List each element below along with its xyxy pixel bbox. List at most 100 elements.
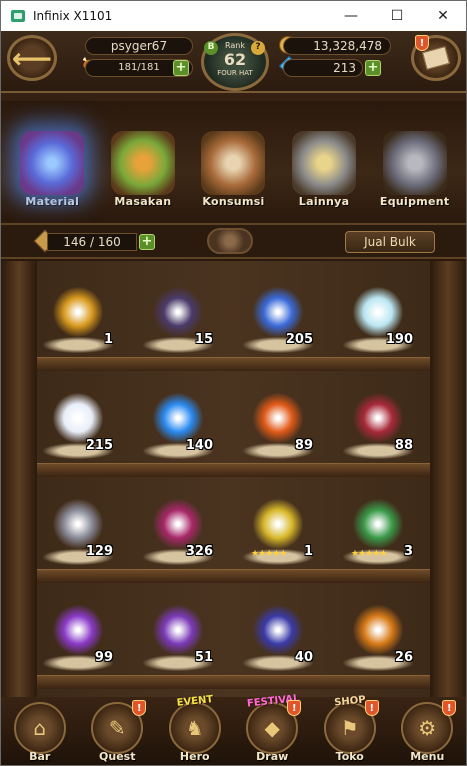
shelf-row: 215 140 89 88: [37, 375, 430, 477]
item-count: 129: [85, 544, 113, 559]
shelf-row: 1 15 205 190: [37, 269, 430, 371]
item-count: 88: [394, 438, 413, 453]
inventory-item[interactable]: 190: [341, 281, 415, 361]
shelf-row: 99 51 40 26: [37, 587, 430, 689]
back-button[interactable]: ⟵: [7, 35, 57, 81]
item-count: 140: [185, 438, 213, 453]
inventory-item[interactable]: ★★★★★ 1: [241, 493, 315, 573]
golden-orb-icon: [53, 287, 103, 337]
nav-draw[interactable]: ◆ FESTIVAL! Draw: [243, 693, 302, 763]
nav-label: Hero: [179, 750, 210, 763]
nav-quest[interactable]: ✎! Quest: [88, 700, 147, 763]
left-pillar: [1, 261, 37, 697]
nav-alert-badge: !: [364, 700, 379, 716]
inventory-item[interactable]: 99: [41, 599, 115, 679]
inventory-item[interactable]: 205: [241, 281, 315, 361]
minimize-button[interactable]: —: [328, 1, 374, 31]
grey-claw-icon: [53, 499, 103, 549]
inventory-item[interactable]: 215: [41, 387, 115, 467]
item-count: 326: [185, 544, 213, 559]
capacity-value: 146 / 160: [47, 233, 137, 251]
item-count: 51: [194, 650, 213, 665]
item-shelves: 1 15 205 190 215 140 89 88 129 326 ★★★★★ 1 ★★★★★ 3 99 5…: [1, 261, 466, 697]
purple-mushroom-icon: [53, 605, 103, 655]
nav-label: Quest: [99, 750, 136, 763]
window-titlebar: Infinix X1101 — ☐ ✕: [1, 1, 466, 31]
add-gems-button[interactable]: +: [365, 60, 381, 76]
nav-hero[interactable]: ♞ EVENT Hero: [166, 694, 224, 763]
nav-bar[interactable]: ⌂ Bar: [11, 702, 69, 763]
inventory-item[interactable]: 51: [141, 599, 215, 679]
inventory-item[interactable]: ★★★★★ 3: [341, 493, 415, 573]
tab-material-label: Material: [25, 195, 80, 208]
fire-rune-icon: [253, 393, 303, 443]
item-count: 99: [94, 650, 113, 665]
item-count: 190: [385, 332, 413, 347]
potion-bottle-icon: [253, 287, 303, 337]
purple-mushroom-icon: [153, 605, 203, 655]
tab-konsumsi[interactable]: Konsumsi: [190, 101, 276, 221]
inventory-item[interactable]: 326: [141, 493, 215, 573]
bar-icon: ⌂: [13, 702, 66, 754]
item-count: 89: [294, 438, 313, 453]
inventory-item[interactable]: 40: [241, 599, 315, 679]
mail-alert-badge: !: [415, 35, 429, 51]
ice-crystal-icon: [353, 287, 403, 337]
inventory-item[interactable]: 88: [341, 387, 415, 467]
inventory-item[interactable]: 89: [241, 387, 315, 467]
crate-icon: [201, 131, 266, 195]
gold-tarot-card-icon: [253, 499, 303, 549]
inventory-item[interactable]: 129: [41, 493, 115, 573]
nav-label: Draw: [256, 750, 289, 763]
bottom-nav: ⌂ Bar ✎! Quest ♞ EVENT Hero ◆ FESTIVAL! Draw ⚑ SHOP…: [1, 693, 466, 765]
inventory-item[interactable]: 26: [341, 599, 415, 679]
rank-title: FOUR HAT: [217, 69, 253, 77]
nav-label: Toko: [335, 750, 364, 763]
nav-menu[interactable]: ⚙! Menu: [398, 700, 457, 763]
item-count: 26: [394, 650, 413, 665]
white-crystal-icon: [53, 393, 103, 443]
tab-masakan[interactable]: Masakan: [100, 101, 186, 221]
inventory-item[interactable]: 1: [41, 281, 115, 361]
nav-label: Menu: [410, 750, 445, 763]
nav-label: Bar: [29, 750, 51, 763]
close-button[interactable]: ✕: [420, 1, 466, 31]
armor-icon: [382, 131, 447, 195]
gem-value: 213: [283, 59, 363, 77]
expand-capacity-button[interactable]: +: [139, 234, 155, 250]
tab-lainnya[interactable]: Lainnya: [281, 101, 367, 221]
inventory-capacity-bar: 146 / 160 + Jual Bulk: [1, 223, 466, 259]
item-rarity-stars: ★★★★★: [351, 549, 387, 559]
player-name: psyger67: [85, 37, 193, 55]
inventory-item[interactable]: 15: [141, 281, 215, 361]
help-icon[interactable]: ?: [251, 41, 265, 55]
nav-alert-badge: !: [442, 700, 457, 716]
item-count: 1: [303, 544, 313, 559]
item-count: 3: [403, 544, 413, 559]
ornament-knob: [207, 228, 253, 254]
category-tabs: Material Masakan Konsumsi Lainnya Equipm…: [1, 101, 466, 221]
tab-masakan-label: Masakan: [114, 195, 172, 208]
nav-toko[interactable]: ⚑ SHOP! Toko: [321, 694, 379, 763]
tab-equipment-label: Equipment: [379, 195, 450, 208]
inventory-item[interactable]: 140: [141, 387, 215, 467]
tab-equipment[interactable]: Equipment: [372, 101, 458, 221]
pink-horn-icon: [153, 499, 203, 549]
top-hud: ⟵ psyger67 🍖 181/181 + Rank 62 FOUR HAT …: [1, 31, 466, 93]
back-arrow-icon: ⟵: [11, 41, 53, 75]
app-window: Infinix X1101 — ☐ ✕ ⟵ psyger67 🍖 181/181…: [0, 0, 467, 766]
item-pedestal: [43, 337, 113, 353]
item-count: 205: [285, 332, 313, 347]
maximize-button[interactable]: ☐: [374, 1, 420, 31]
tab-material[interactable]: Material: [9, 101, 95, 221]
item-rarity-stars: ★★★★★: [251, 549, 287, 559]
statue-icon: [292, 131, 357, 195]
add-stamina-button[interactable]: +: [173, 60, 189, 76]
tab-konsumsi-label: Konsumsi: [202, 195, 265, 208]
blue-shield-icon: [253, 605, 303, 655]
tab-lainnya-label: Lainnya: [298, 195, 350, 208]
window-title: Infinix X1101: [33, 9, 113, 23]
item-count: 215: [85, 438, 113, 453]
app-icon: [11, 10, 25, 22]
bulk-sell-button[interactable]: Jual Bulk: [345, 231, 435, 253]
